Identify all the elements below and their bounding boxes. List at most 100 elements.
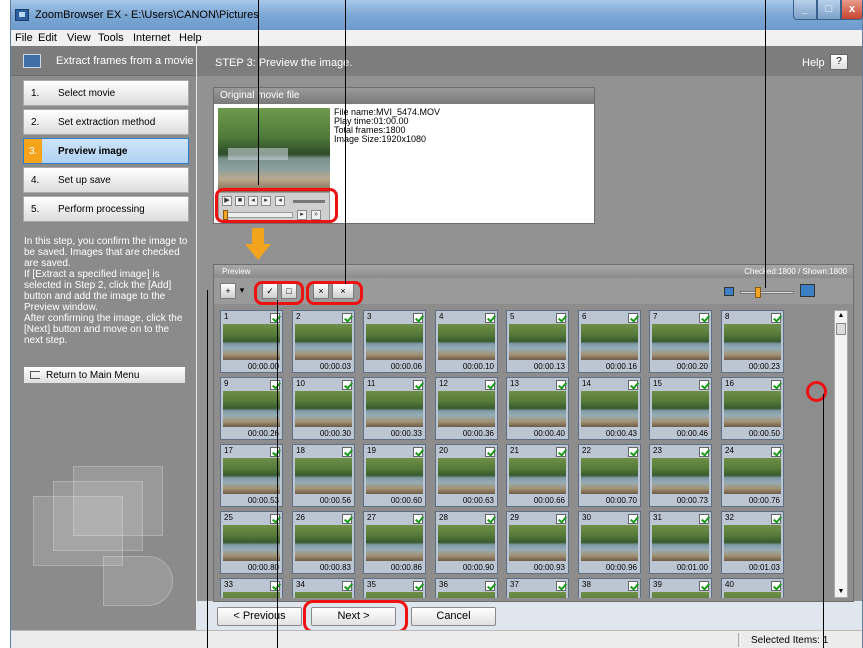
maximize-button[interactable]: □	[817, 0, 841, 20]
step-set-extraction-method[interactable]: 2. Set extraction method	[23, 109, 189, 135]
thumbnail-checkbox[interactable]	[628, 380, 638, 390]
thumbnail-checkbox[interactable]	[485, 581, 495, 591]
thumbnail-checkbox[interactable]	[556, 514, 566, 524]
thumbnail-item[interactable]: 18 00:00.56	[292, 444, 355, 507]
thumbnail-item[interactable]: 14 00:00.43	[578, 377, 641, 440]
thumbnail-checkbox[interactable]	[628, 447, 638, 457]
thumbnail-checkbox[interactable]	[699, 514, 709, 524]
scroll-up-icon[interactable]: ▲	[835, 311, 847, 321]
small-thumbnail-icon[interactable]	[724, 287, 734, 296]
thumbnail-item[interactable]: 11 00:00.33	[363, 377, 426, 440]
thumbnail-size-slider[interactable]	[740, 287, 794, 298]
thumbnail-item[interactable]: 9 00:00.26	[220, 377, 283, 440]
thumbnail-item[interactable]: 32 00:01.03	[721, 511, 784, 574]
thumbnail-checkbox[interactable]	[628, 313, 638, 323]
thumbnail-item[interactable]: 23 00:00.73	[649, 444, 712, 507]
menu-edit[interactable]: Edit	[38, 32, 57, 44]
thumbnail-item[interactable]: 12 00:00.36	[435, 377, 498, 440]
scroll-down-icon[interactable]: ▼	[835, 587, 847, 597]
thumbnail-checkbox[interactable]	[270, 380, 280, 390]
title-bar[interactable]: ZoomBrowser EX - E:\Users\CANON\Pictures…	[11, 0, 863, 30]
thumbnail-item[interactable]: 7 00:00.20	[649, 310, 712, 373]
thumbnail-item[interactable]: 13 00:00.40	[506, 377, 569, 440]
thumbnail-checkbox[interactable]	[342, 447, 352, 457]
thumbnail-checkbox[interactable]	[342, 581, 352, 591]
thumbnail-item[interactable]: 24 00:00.76	[721, 444, 784, 507]
thumbnail-item[interactable]: 35	[363, 578, 426, 598]
previous-button[interactable]: < Previous	[217, 607, 302, 626]
step-perform-processing[interactable]: 5. Perform processing	[23, 196, 189, 222]
thumbnail-item[interactable]: 39	[649, 578, 712, 598]
return-to-main-menu-button[interactable]: Return to Main Menu	[23, 366, 186, 384]
menu-view[interactable]: View	[67, 32, 91, 44]
thumbnail-item[interactable]: 38	[578, 578, 641, 598]
thumbnail-checkbox[interactable]	[628, 581, 638, 591]
step-select-movie[interactable]: 1. Select movie	[23, 80, 189, 106]
thumbnail-item[interactable]: 22 00:00.70	[578, 444, 641, 507]
thumbnail-item[interactable]: 36	[435, 578, 498, 598]
thumbnail-item[interactable]: 5 00:00.13	[506, 310, 569, 373]
thumbnail-item[interactable]: 31 00:01.00	[649, 511, 712, 574]
add-dropdown-icon[interactable]: ▾	[238, 283, 246, 299]
thumbnail-checkbox[interactable]	[270, 447, 280, 457]
thumbnail-item[interactable]: 10 00:00.30	[292, 377, 355, 440]
thumbnail-checkbox[interactable]	[413, 447, 423, 457]
thumbnail-checkbox[interactable]	[771, 447, 781, 457]
thumbnail-checkbox[interactable]	[270, 313, 280, 323]
thumbnail-checkbox[interactable]	[342, 514, 352, 524]
thumbnail-checkbox[interactable]	[771, 313, 781, 323]
thumbnail-checkbox[interactable]	[628, 514, 638, 524]
thumbnail-checkbox[interactable]	[413, 313, 423, 323]
thumbnail-item[interactable]: 3 00:00.06	[363, 310, 426, 373]
thumbnail-checkbox[interactable]	[556, 313, 566, 323]
thumbnail-item[interactable]: 16 00:00.50	[721, 377, 784, 440]
thumbnail-item[interactable]: 1 00:00.00	[220, 310, 283, 373]
thumbnail-item[interactable]: 37	[506, 578, 569, 598]
thumbnail-checkbox[interactable]	[771, 581, 781, 591]
thumbnail-item[interactable]: 4 00:00.10	[435, 310, 498, 373]
thumbnail-checkbox[interactable]	[342, 380, 352, 390]
thumbnail-item[interactable]: 2 00:00.03	[292, 310, 355, 373]
thumbnail-item[interactable]: 40	[721, 578, 784, 598]
thumbnail-checkbox[interactable]	[342, 313, 352, 323]
menu-file[interactable]: File	[15, 32, 33, 44]
minimize-button[interactable]: _	[793, 0, 817, 20]
thumbnail-item[interactable]: 33	[220, 578, 283, 598]
thumbnail-checkbox[interactable]	[270, 581, 280, 591]
thumbnail-item[interactable]: 6 00:00.16	[578, 310, 641, 373]
thumbnail-item[interactable]: 34	[292, 578, 355, 598]
thumbnail-size-thumb[interactable]	[755, 287, 761, 298]
thumbnail-checkbox[interactable]	[699, 313, 709, 323]
thumbnail-item[interactable]: 25 00:00.80	[220, 511, 283, 574]
menu-help[interactable]: Help	[179, 32, 202, 44]
thumbnail-checkbox[interactable]	[699, 447, 709, 457]
thumbnail-checkbox[interactable]	[556, 447, 566, 457]
step-preview-image[interactable]: 3. Preview image	[23, 138, 189, 164]
thumbnail-item[interactable]: 17 00:00.53	[220, 444, 283, 507]
thumbnail-item[interactable]: 30 00:00.96	[578, 511, 641, 574]
thumbnail-checkbox[interactable]	[413, 581, 423, 591]
thumbnail-item[interactable]: 26 00:00.83	[292, 511, 355, 574]
menu-internet[interactable]: Internet	[133, 32, 170, 44]
step-set-up-save[interactable]: 4. Set up save	[23, 167, 189, 193]
thumbnail-item[interactable]: 15 00:00.46	[649, 377, 712, 440]
close-button[interactable]: x	[841, 0, 863, 20]
thumbnail-checkbox[interactable]	[699, 380, 709, 390]
thumbnail-item[interactable]: 19 00:00.60	[363, 444, 426, 507]
help-button[interactable]: ?	[830, 54, 848, 70]
thumbnail-checkbox[interactable]	[485, 447, 495, 457]
thumbnail-item[interactable]: 21 00:00.66	[506, 444, 569, 507]
thumbnail-checkbox[interactable]	[556, 581, 566, 591]
large-thumbnail-icon[interactable]	[800, 284, 815, 297]
thumbnail-item[interactable]: 20 00:00.63	[435, 444, 498, 507]
thumbnail-item[interactable]: 29 00:00.93	[506, 511, 569, 574]
thumbnail-checkbox[interactable]	[485, 380, 495, 390]
thumbnail-checkbox[interactable]	[771, 514, 781, 524]
cancel-button[interactable]: Cancel	[411, 607, 496, 626]
thumbnail-checkbox[interactable]	[485, 313, 495, 323]
thumbnail-checkbox[interactable]	[699, 581, 709, 591]
thumbnail-checkbox[interactable]	[771, 380, 781, 390]
thumbnail-checkbox[interactable]	[270, 514, 280, 524]
thumbnail-item[interactable]: 27 00:00.86	[363, 511, 426, 574]
vertical-scrollbar[interactable]: ▲ ▼	[834, 310, 848, 598]
